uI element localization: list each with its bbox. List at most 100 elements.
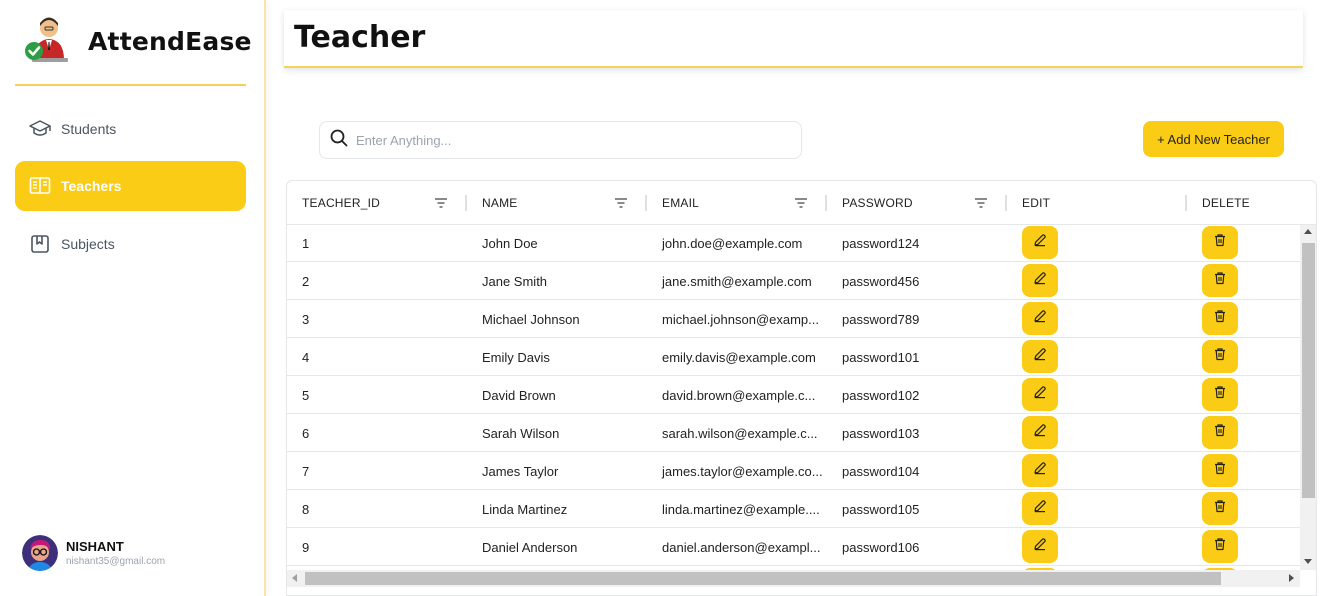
teacher-avatar-checkmark-icon	[20, 14, 74, 68]
table-row[interactable]: 3 Michael Johnson michael.johnson@examp...…	[287, 300, 1300, 338]
delete-button[interactable]	[1202, 264, 1238, 297]
trash-icon	[1213, 271, 1227, 290]
edit-button[interactable]	[1022, 302, 1058, 335]
table-row[interactable]: 9 Daniel Anderson daniel.anderson@exampl..…	[287, 528, 1300, 566]
user-profile[interactable]: NISHANT nishant35@gmail.com	[22, 535, 165, 571]
page-header: Teacher	[284, 10, 1303, 68]
trash-icon	[1213, 347, 1227, 366]
filter-icon[interactable]	[975, 197, 987, 208]
edit-button[interactable]	[1022, 340, 1058, 373]
table-cell-name: Daniel Anderson	[482, 539, 578, 555]
scroll-down-icon[interactable]	[1304, 559, 1312, 564]
table-cell-name: Jane Smith	[482, 273, 548, 289]
sidebar-item-subjects[interactable]: Subjects	[15, 219, 246, 269]
scrollbar-thumb[interactable]	[305, 572, 1221, 585]
table-cell-password: password106	[842, 539, 920, 555]
sidebar: AttendEase Students Teachers Subjects NI…	[0, 0, 266, 596]
delete-button[interactable]	[1202, 226, 1238, 259]
scrollbar-thumb[interactable]	[1302, 243, 1315, 498]
table-row[interactable]: 1 John Doe john.doe@example.com password124	[287, 225, 1300, 262]
table-cell-email: emily.davis@example.com	[662, 349, 816, 365]
table-cell-id: 2	[302, 273, 310, 289]
table-row[interactable]: 8 Linda Martinez linda.martinez@example...…	[287, 490, 1300, 528]
column-header-label: NAME	[482, 196, 518, 210]
scroll-right-icon[interactable]	[1289, 574, 1294, 582]
teachers-table: TEACHER_ID NAME EMAIL PASSWORD EDIT DELE…	[286, 180, 1317, 596]
table-row[interactable]: 2 Jane Smith jane.smith@example.com passwor…	[287, 262, 1300, 300]
column-header-label: PASSWORD	[842, 196, 913, 210]
column-header-name[interactable]: NAME	[467, 181, 647, 225]
edit-button[interactable]	[1022, 264, 1058, 297]
filter-icon[interactable]	[795, 197, 807, 208]
column-header-email[interactable]: EMAIL	[647, 181, 827, 225]
user-email: nishant35@gmail.com	[66, 556, 166, 567]
add-teacher-button[interactable]: + Add New Teacher	[1143, 121, 1284, 157]
delete-button[interactable]	[1202, 302, 1238, 335]
filter-icon[interactable]	[435, 197, 447, 208]
pencil-icon	[1033, 271, 1047, 290]
table-cell-email: linda.martinez@example....	[662, 501, 820, 517]
edit-button[interactable]	[1022, 226, 1058, 259]
scroll-left-icon[interactable]	[292, 574, 297, 582]
edit-button[interactable]	[1022, 492, 1058, 525]
edit-button[interactable]	[1022, 454, 1058, 487]
edit-button[interactable]	[1022, 416, 1058, 449]
scroll-up-icon[interactable]	[1304, 229, 1312, 234]
edit-button[interactable]	[1022, 378, 1058, 411]
trash-icon	[1213, 423, 1227, 442]
table-row[interactable]: 4 Emily Davis emily.davis@example.com passw…	[287, 338, 1300, 376]
delete-button[interactable]	[1202, 454, 1238, 487]
trash-icon	[1213, 385, 1227, 404]
table-cell-id: 6	[302, 425, 310, 441]
table-cell-id: 4	[302, 349, 310, 365]
trash-icon	[1213, 499, 1227, 518]
table-row[interactable]: 6 Sarah Wilson sarah.wilson@example.c... pa…	[287, 414, 1300, 452]
table-cell-id: 9	[302, 539, 310, 555]
column-header-password[interactable]: PASSWORD	[827, 181, 1007, 225]
pencil-icon	[1033, 461, 1047, 480]
search-input[interactable]	[356, 132, 776, 148]
pencil-icon	[1033, 233, 1047, 252]
table-header: TEACHER_ID NAME EMAIL PASSWORD EDIT DELE…	[287, 181, 1316, 225]
search-icon	[330, 129, 348, 152]
table-cell-id: 8	[302, 501, 310, 517]
column-header-label: TEACHER_ID	[302, 196, 381, 210]
brand[interactable]: AttendEase	[20, 14, 252, 68]
table-row[interactable]: 7 James Taylor james.taylor@example.co... p…	[287, 452, 1300, 490]
delete-button[interactable]	[1202, 416, 1238, 449]
table-cell-id: 1	[302, 235, 310, 251]
table-cell-name: Linda Martinez	[482, 501, 568, 517]
table-cell-email: jane.smith@example.com	[662, 273, 812, 289]
search-box[interactable]	[319, 121, 802, 159]
table-cell-password: password456	[842, 273, 920, 289]
delete-button[interactable]	[1202, 530, 1238, 563]
table-cell-password: password789	[842, 311, 920, 327]
table-cell-email: sarah.wilson@example.c...	[662, 425, 818, 441]
delete-button[interactable]	[1202, 340, 1238, 373]
table-cell-email: david.brown@example.c...	[662, 387, 816, 403]
table-cell-password: password124	[842, 235, 920, 251]
table-cell-name: James Taylor	[482, 463, 559, 479]
edit-button[interactable]	[1022, 530, 1058, 563]
table-cell-password: password102	[842, 387, 920, 403]
pencil-icon	[1033, 309, 1047, 328]
column-header-label: EMAIL	[662, 196, 700, 210]
sidebar-item-label: Students	[61, 121, 117, 137]
column-header-label: EDIT	[1022, 196, 1051, 210]
table-cell-email: daniel.anderson@exampl...	[662, 539, 821, 555]
bookmark-book-icon	[29, 233, 51, 255]
avatar	[22, 535, 58, 571]
horizontal-scrollbar[interactable]	[287, 570, 1300, 587]
sidebar-item-students[interactable]: Students	[15, 104, 246, 154]
filter-icon[interactable]	[615, 197, 627, 208]
vertical-scrollbar[interactable]	[1300, 225, 1316, 570]
table-cell-name: Sarah Wilson	[482, 425, 560, 441]
table-row[interactable]: 5 David Brown david.brown@example.c... pass…	[287, 376, 1300, 414]
table-cell-id: 5	[302, 387, 310, 403]
column-header-teacher-id[interactable]: TEACHER_ID	[287, 181, 467, 225]
delete-button[interactable]	[1202, 378, 1238, 411]
sidebar-item-teachers[interactable]: Teachers	[15, 161, 246, 211]
table-cell-name: John Doe	[482, 235, 538, 251]
table-cell-email: michael.johnson@examp...	[662, 311, 819, 327]
delete-button[interactable]	[1202, 492, 1238, 525]
